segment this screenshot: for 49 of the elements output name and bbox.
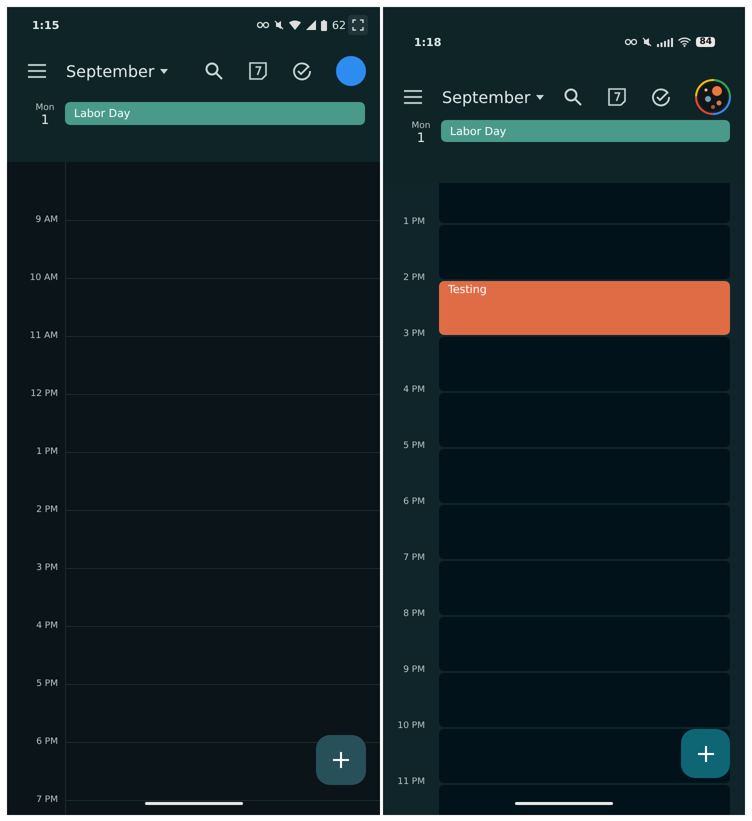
add-event-floating-button[interactable] — [681, 729, 730, 778]
caret-icon — [160, 68, 168, 74]
hour-label: 8 PM — [402, 609, 426, 621]
mute-icon — [642, 37, 652, 47]
add-event-floating-button[interactable] — [316, 735, 366, 785]
day-number: 1 — [40, 113, 50, 128]
calendar-event[interactable]: Testing — [439, 281, 730, 335]
month-dropdown[interactable]: September — [66, 62, 168, 80]
hour-label: 2 PM — [402, 273, 426, 285]
search-icon[interactable] — [204, 61, 224, 81]
plus-icon — [332, 751, 350, 769]
weekday-label: Mon — [412, 121, 430, 131]
month-dropdown[interactable]: September — [442, 88, 544, 106]
search-icon[interactable] — [563, 87, 583, 107]
battery-percent: 62 — [332, 18, 346, 32]
hour-label: 10 PM — [396, 721, 426, 733]
battery-icon — [321, 20, 327, 30]
calendar-today-icon[interactable] — [607, 87, 627, 107]
status-time: 1:15 — [32, 18, 60, 32]
hour-label: 6 PM — [402, 497, 426, 509]
mute-icon — [274, 20, 284, 30]
caret-icon — [536, 94, 544, 100]
status-time: 1:18 — [414, 36, 442, 48]
weekday-label: Mon — [36, 103, 54, 113]
wifi-icon — [289, 20, 301, 30]
battery-level: 84 — [696, 37, 715, 47]
link-icon — [257, 21, 269, 29]
task-check-icon[interactable] — [292, 61, 312, 81]
hour-label: 7 PM — [402, 553, 426, 565]
fullscreen-icon[interactable] — [348, 15, 368, 35]
plus-icon — [696, 744, 714, 762]
hour-label: 4 PM — [402, 385, 426, 397]
day-number: 1 — [416, 131, 426, 146]
wifi-icon — [678, 37, 692, 47]
calendar-today-icon[interactable] — [248, 61, 268, 81]
avatar[interactable] — [336, 56, 366, 86]
all-day-event[interactable]: Labor Day — [441, 120, 730, 142]
hour-label: 9 PM — [402, 665, 426, 677]
hour-label: 3 PM — [402, 329, 426, 341]
hour-label: 1 PM — [402, 217, 426, 229]
menu-icon[interactable] — [27, 64, 47, 78]
hour-label: 11 PM — [396, 777, 426, 789]
signal-icon — [306, 20, 316, 30]
hour-label: 5 PM — [402, 441, 426, 453]
menu-icon[interactable] — [403, 90, 423, 104]
link-icon — [625, 38, 638, 46]
all-day-event[interactable]: Labor Day — [65, 102, 365, 125]
signal-icon — [657, 38, 674, 46]
task-check-icon[interactable] — [651, 87, 671, 107]
